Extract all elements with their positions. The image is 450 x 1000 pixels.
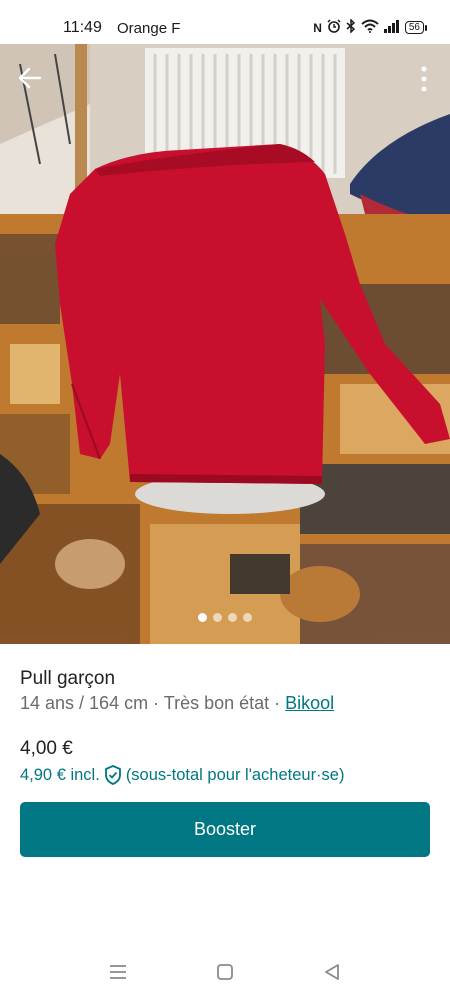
item-title: Pull garçon (20, 668, 116, 689)
recent-apps-button[interactable] (107, 962, 129, 982)
photo-pagination (0, 613, 450, 622)
more-options-button[interactable] (418, 64, 430, 94)
pagination-dot[interactable] (213, 613, 222, 622)
nav-back-button[interactable] (321, 962, 343, 982)
meta-separator: · (148, 693, 164, 713)
pagination-dot[interactable] (228, 613, 237, 622)
price-incl-value: 4,90 € incl. (20, 765, 100, 784)
pagination-dot[interactable] (198, 613, 207, 622)
item-meta: 14 ans / 164 cm · Très bon état · Bikool (20, 693, 334, 714)
wifi-icon (361, 19, 379, 36)
meta-separator: · (269, 693, 286, 713)
menu-icon (110, 965, 126, 979)
arrow-left-icon (18, 67, 42, 89)
more-vertical-icon (421, 66, 427, 92)
triangle-back-icon (325, 964, 339, 980)
signal-icon (383, 19, 400, 36)
battery-icon: 56 (404, 21, 428, 34)
booster-button[interactable]: Booster (20, 802, 430, 857)
price-incl-protection[interactable]: 4,90 € incl. (sous-total pour l'acheteur… (20, 765, 344, 785)
shield-check-icon (104, 765, 121, 785)
item-brand-link[interactable]: Bikool (285, 693, 334, 713)
item-photo-image (0, 44, 450, 644)
price-incl-note: (sous-total pour l'acheteur·se) (125, 765, 345, 784)
bluetooth-icon (346, 18, 356, 36)
item-size: 14 ans / 164 cm (20, 693, 149, 713)
item-photo[interactable] (0, 44, 450, 644)
status-carrier: Orange F (117, 20, 181, 37)
nfc-icon: N (313, 20, 322, 35)
square-icon (217, 964, 233, 980)
system-nav-bar (0, 944, 450, 1000)
status-time: 11:49 (63, 19, 102, 36)
back-button[interactable] (14, 62, 46, 94)
item-price: 4,00 € (20, 738, 73, 759)
home-button[interactable] (214, 962, 236, 982)
alarm-icon (327, 19, 341, 36)
item-condition: Très bon état (163, 693, 270, 713)
status-icons: N 56 (313, 18, 428, 36)
pagination-dot[interactable] (243, 613, 252, 622)
status-bar: 11:49 Orange F N 56 (0, 0, 450, 44)
